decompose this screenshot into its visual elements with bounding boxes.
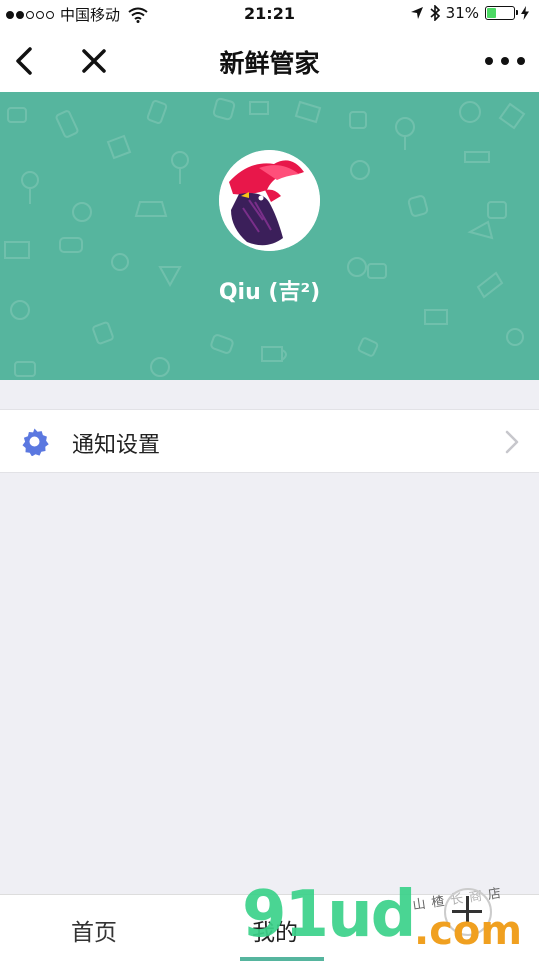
active-tab-indicator	[240, 957, 324, 961]
more-dot	[517, 57, 525, 65]
chevron-right-icon	[505, 430, 519, 454]
location-arrow-icon	[410, 7, 423, 19]
rooster-avatar-image	[219, 150, 320, 251]
page-title: 新鲜管家	[219, 49, 320, 78]
username: Qiu (吉²)	[218, 280, 321, 305]
more-dot	[501, 57, 509, 65]
nav-bar: 新鲜管家	[0, 30, 539, 92]
tab-mine[interactable]: 我的	[252, 913, 298, 947]
settings-item-notification[interactable]: 通知设置	[0, 409, 539, 473]
profile-header: Qiu (吉²)	[0, 92, 539, 380]
tab-bar: 首页 我的	[0, 894, 539, 961]
tab-home[interactable]: 首页	[71, 913, 117, 947]
battery-icon	[485, 6, 518, 20]
more-button[interactable]	[485, 50, 525, 72]
charging-bolt-icon	[521, 6, 529, 20]
battery-percent: 31%	[445, 4, 479, 22]
status-bar: 中国移动 21:21 31%	[0, 0, 539, 30]
bluetooth-icon	[430, 5, 440, 21]
status-right: 31%	[410, 4, 529, 22]
settings-item-label: 通知设置	[72, 433, 161, 458]
gear-icon	[22, 428, 49, 456]
avatar[interactable]	[219, 150, 320, 251]
more-dot	[485, 57, 493, 65]
